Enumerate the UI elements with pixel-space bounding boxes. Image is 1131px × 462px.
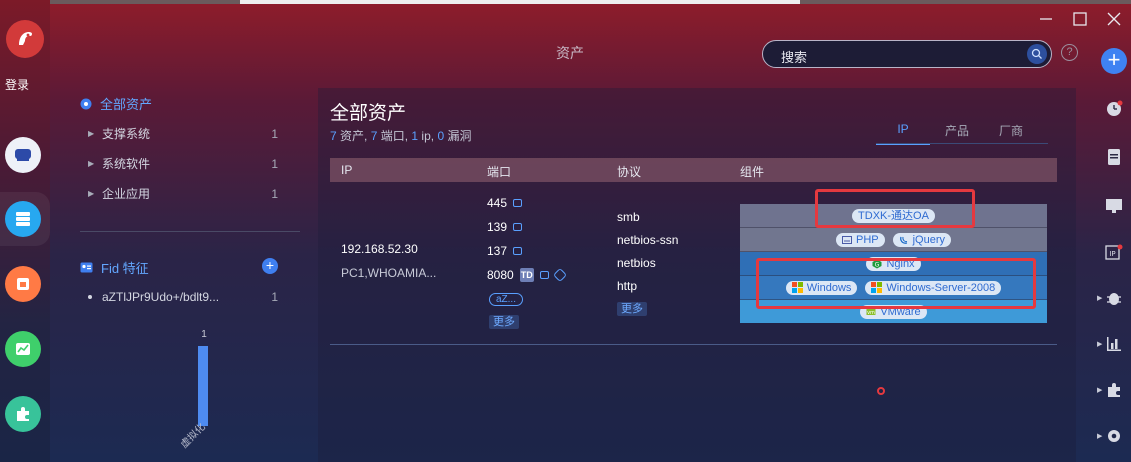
search-input[interactable]: 搜索 bbox=[762, 40, 1052, 68]
port-tag-pill[interactable]: aZ... bbox=[489, 293, 523, 306]
all-assets-icon bbox=[80, 98, 92, 109]
component-row: PHP jQuery bbox=[740, 228, 1047, 252]
vulnerability-icon[interactable] bbox=[5, 266, 41, 302]
highlight-box-windows bbox=[756, 258, 1036, 309]
jquery-icon bbox=[899, 236, 907, 244]
settings-gear-icon[interactable] bbox=[1104, 426, 1124, 446]
port-item[interactable]: 445 bbox=[487, 196, 523, 210]
protocol-item: smb bbox=[617, 210, 640, 224]
monitor-icon[interactable] bbox=[1104, 196, 1124, 216]
search-icon[interactable] bbox=[1027, 44, 1047, 64]
tree-item-enterprise-apps[interactable]: ▶ 企业应用 1 bbox=[88, 185, 278, 202]
tree-item-count: 1 bbox=[271, 186, 278, 201]
plugin-icon[interactable] bbox=[5, 396, 41, 432]
statistics-icon[interactable] bbox=[1104, 334, 1124, 354]
column-header-component: 组件 bbox=[740, 165, 765, 179]
cursor-marker-icon bbox=[877, 387, 885, 395]
php-icon bbox=[841, 235, 852, 244]
protocol-item: netbios-ssn bbox=[617, 233, 679, 247]
bug-icon[interactable] bbox=[1104, 288, 1124, 308]
td-badge-icon[interactable]: TD bbox=[519, 268, 534, 282]
tree-item-support-systems[interactable]: ▶ 支撑系统 1 bbox=[88, 125, 278, 142]
port-item[interactable]: 139 bbox=[487, 220, 523, 234]
fid-header: Fid 特征 bbox=[80, 258, 149, 277]
maximize-icon[interactable] bbox=[1069, 8, 1091, 30]
highlight-box-oa bbox=[815, 189, 975, 228]
expand-arrow-icon[interactable]: ▶ bbox=[88, 129, 102, 138]
port-item[interactable]: 8080 TD bbox=[487, 267, 567, 283]
tree-item-label: 企业应用 bbox=[102, 187, 151, 201]
tab-ip[interactable]: IP bbox=[876, 122, 930, 145]
protocols-more-button[interactable]: 更多 bbox=[617, 302, 647, 316]
detail-icon[interactable] bbox=[513, 199, 523, 207]
fid-label: Fid 特征 bbox=[101, 261, 149, 276]
port-item[interactable]: 137 bbox=[487, 244, 523, 258]
tab-product[interactable]: 产品 bbox=[930, 122, 984, 145]
caret-icon: ▶ bbox=[1097, 295, 1103, 302]
detail-icon[interactable] bbox=[513, 223, 523, 231]
tabs-underline bbox=[876, 143, 1048, 144]
fid-list-item[interactable]: aZTlJPr9Udo+/bdlt9... 1 bbox=[88, 290, 278, 304]
trend-icon[interactable] bbox=[5, 331, 41, 367]
id-card-icon bbox=[80, 262, 93, 273]
tree-item-count: 1 bbox=[271, 156, 278, 171]
tree-root-label: 全部资产 bbox=[100, 97, 153, 112]
tab-vendor[interactable]: 厂商 bbox=[984, 122, 1038, 145]
ports-more-button[interactable]: 更多 bbox=[489, 315, 519, 329]
clock-icon[interactable] bbox=[1104, 99, 1124, 119]
table-header: IP 端口 协议 组件 bbox=[330, 158, 1057, 182]
detail-icon[interactable] bbox=[539, 271, 549, 279]
ip-icon[interactable]: IP bbox=[1104, 243, 1124, 263]
top-strip-bg bbox=[240, 0, 800, 4]
caret-icon: ▶ bbox=[1097, 341, 1103, 348]
caret-icon: ▶ bbox=[1097, 433, 1103, 440]
expand-arrow-icon[interactable]: ▶ bbox=[88, 159, 102, 168]
column-header-ip: IP bbox=[341, 163, 353, 177]
left-rail: 登录 bbox=[0, 0, 50, 462]
expand-arrow-icon[interactable]: ▶ bbox=[88, 189, 102, 198]
vault-icon[interactable] bbox=[5, 137, 41, 173]
chart-bar[interactable] bbox=[198, 346, 208, 426]
tree-item-system-software[interactable]: ▶ 系统软件 1 bbox=[88, 155, 278, 172]
caret-icon: ▶ bbox=[1097, 387, 1103, 394]
extension-icon[interactable] bbox=[1104, 380, 1124, 400]
hostname: PC1,WHOAMIA... bbox=[341, 266, 437, 280]
page-title: 资产 bbox=[556, 45, 584, 61]
view-tabs: IP 产品 厂商 bbox=[876, 122, 1038, 145]
login-label[interactable]: 登录 bbox=[0, 76, 34, 93]
detail-icon[interactable] bbox=[513, 247, 523, 255]
column-header-protocol: 协议 bbox=[617, 165, 642, 179]
protocol-item: http bbox=[617, 279, 638, 293]
search-placeholder: 搜索 bbox=[781, 50, 808, 65]
add-fid-icon[interactable]: + bbox=[262, 258, 278, 274]
minimize-icon[interactable] bbox=[1035, 8, 1057, 30]
main-title: 全部资产 bbox=[330, 103, 407, 124]
column-header-port: 端口 bbox=[487, 165, 512, 179]
asset-stats: 7 资产, 7 端口, 1 ip, 0 漏洞 bbox=[330, 129, 472, 143]
left-divider bbox=[80, 231, 300, 232]
svg-text:vm: vm bbox=[867, 310, 875, 316]
tree-item-label: 支撑系统 bbox=[102, 127, 151, 141]
ip-address[interactable]: 192.168.52.30 bbox=[341, 242, 418, 256]
link-icon[interactable] bbox=[552, 267, 567, 283]
protocol-item: netbios bbox=[617, 256, 656, 270]
app-logo-icon[interactable] bbox=[6, 20, 44, 58]
component-chip-php[interactable]: PHP bbox=[835, 232, 885, 247]
svg-text:IP: IP bbox=[1109, 250, 1115, 258]
fid-item-label: aZTlJPr9Udo+/bdlt9... bbox=[102, 290, 220, 304]
bullet-icon bbox=[88, 295, 92, 299]
assets-icon[interactable] bbox=[5, 201, 41, 237]
report-icon[interactable] bbox=[1104, 147, 1124, 167]
tree-root-all-assets[interactable]: 全部资产 bbox=[80, 94, 152, 113]
fid-item-count: 1 bbox=[271, 290, 278, 304]
chart-bar-value: 1 bbox=[201, 329, 207, 340]
row-divider bbox=[330, 344, 1057, 345]
tree-item-count: 1 bbox=[271, 126, 278, 141]
component-chip-jquery[interactable]: jQuery bbox=[892, 232, 952, 247]
tree-item-label: 系统软件 bbox=[102, 157, 151, 171]
top-strip bbox=[0, 0, 1131, 4]
help-icon[interactable]: ? bbox=[1061, 44, 1078, 61]
add-icon[interactable]: + bbox=[1101, 48, 1127, 74]
